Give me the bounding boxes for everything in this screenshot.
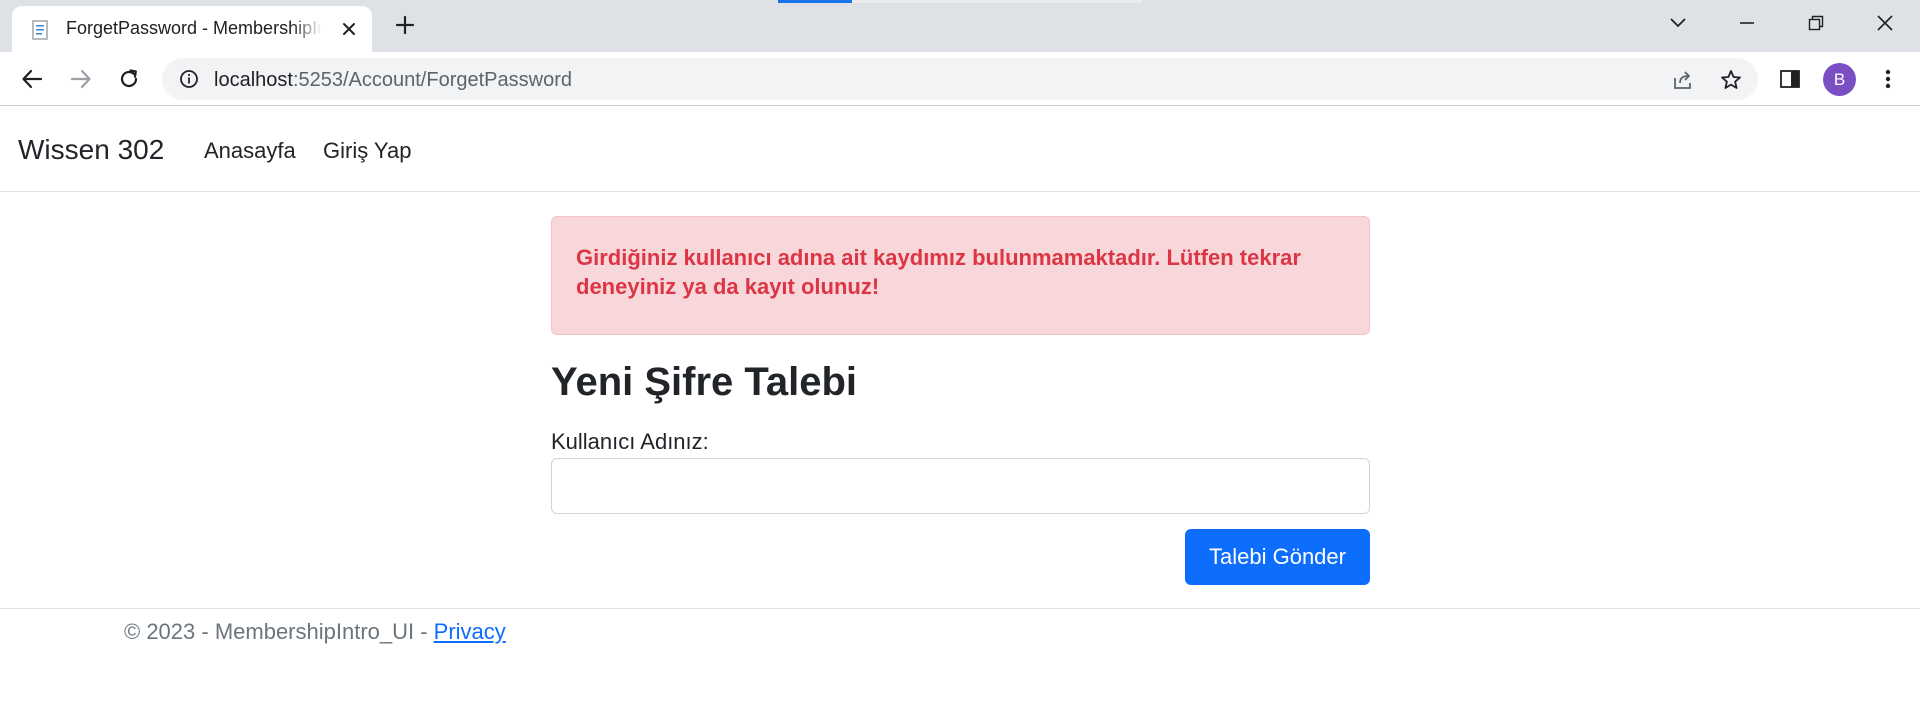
footer-text: © 2023 - MembershipIntro_UI - Privacy [124,619,506,645]
plus-icon[interactable] [390,10,420,40]
forward-arrow-icon[interactable] [66,64,96,94]
footer-copyright: © 2023 - MembershipIntro_UI - [124,619,434,644]
reload-icon[interactable] [114,64,144,94]
close-window-icon[interactable] [1867,8,1903,38]
browser-toolbar: localhost:5253/Account/ForgetPassword B [0,52,1920,106]
chevron-down-icon[interactable] [1660,8,1696,38]
username-label: Kullanıcı Adınız: [551,429,709,454]
privacy-link[interactable]: Privacy [434,619,506,644]
star-icon[interactable] [1718,67,1744,93]
tab-title: ForgetPassword - MembershipIntro_UI [66,18,322,38]
browser-tab-strip: ForgetPassword - MembershipIntro_UI [0,0,1920,52]
info-icon[interactable] [178,68,200,90]
address-bar[interactable]: localhost:5253/Account/ForgetPassword [162,58,1758,100]
error-alert-message: Girdiğiniz kullanıcı adına ait kaydımız … [576,245,1301,299]
nav-link-home[interactable]: Anasayfa [204,138,296,164]
restore-icon[interactable] [1798,8,1834,38]
close-icon[interactable] [338,18,360,40]
page-favicon-icon [30,19,52,41]
side-panel-icon[interactable] [1775,64,1805,94]
loading-indicator-track [852,0,1142,3]
site-navbar: Wissen 302 Anasayfa Giriş Yap [0,107,1920,192]
browser-tab-active[interactable]: ForgetPassword - MembershipIntro_UI [12,6,372,52]
more-vert-icon[interactable] [1873,64,1903,94]
url-host: localhost [214,69,293,91]
brand-link[interactable]: Wissen 302 [18,134,164,166]
back-arrow-icon[interactable] [17,64,47,94]
loading-indicator [778,0,852,3]
username-input[interactable] [551,458,1370,514]
share-icon[interactable] [1670,67,1696,93]
page-title: Yeni Şifre Talebi [551,360,858,404]
url-path: :5253/Account/ForgetPassword [292,69,572,91]
nav-link-login[interactable]: Giriş Yap [323,138,411,164]
submit-request-button[interactable]: Talebi Gönder [1185,529,1370,585]
footer: © 2023 - MembershipIntro_UI - Privacy [0,608,1920,709]
minimize-icon[interactable] [1729,8,1765,38]
profile-avatar[interactable]: B [1823,63,1856,96]
error-alert: Girdiğiniz kullanıcı adına ait kaydımız … [551,216,1370,335]
url-text[interactable]: localhost:5253/Account/ForgetPassword [214,69,572,92]
